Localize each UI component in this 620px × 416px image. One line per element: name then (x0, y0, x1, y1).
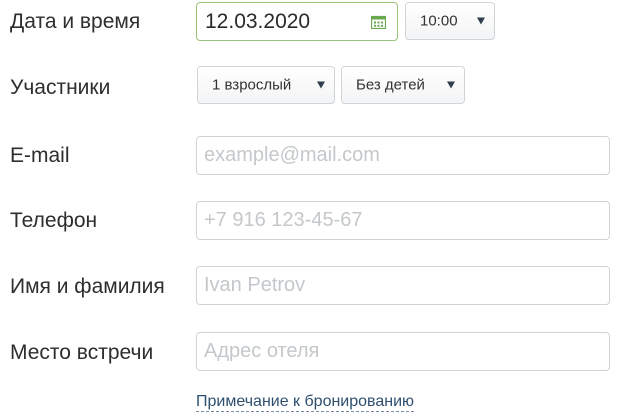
adults-value: 1 взрослый (212, 76, 292, 94)
calendar-icon[interactable] (371, 15, 386, 29)
time-value: 10:00 (420, 12, 458, 30)
email-field[interactable] (196, 136, 610, 175)
date-value: 12.03.2020 (205, 10, 311, 33)
date-field[interactable]: 12.03.2020 (196, 2, 398, 41)
name-field[interactable] (196, 266, 610, 305)
date-time-label: Дата и время (10, 10, 141, 33)
children-value: Без детей (356, 76, 425, 94)
participants-label: Участники (10, 76, 111, 99)
time-select[interactable]: 10:00 (405, 2, 495, 40)
name-label: Имя и фамилия (10, 275, 165, 298)
chevron-down-icon (317, 81, 325, 89)
chevron-down-icon (447, 81, 455, 89)
email-label: E-mail (10, 144, 70, 167)
children-select[interactable]: Без детей (341, 66, 465, 104)
chevron-down-icon (477, 17, 485, 25)
meeting-place-label: Место встречи (10, 341, 154, 364)
booking-note-link[interactable]: Примечание к бронированию (196, 393, 415, 412)
phone-field[interactable] (196, 201, 610, 240)
adults-select[interactable]: 1 взрослый (197, 66, 335, 104)
phone-label: Телефон (10, 209, 98, 232)
meeting-place-field[interactable] (196, 332, 610, 371)
